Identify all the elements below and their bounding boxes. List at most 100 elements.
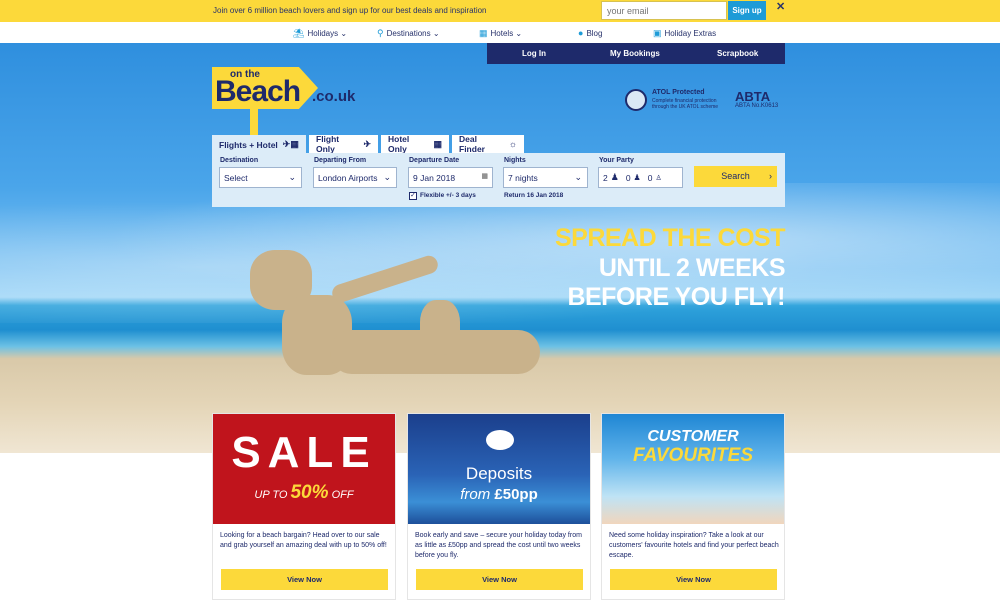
tab-label: Flight Only <box>316 134 340 154</box>
my-bookings-link[interactable]: My Bookings <box>610 49 660 58</box>
headline-line-1: SPREAD THE COST <box>554 224 786 252</box>
atol-logo-icon <box>625 89 647 111</box>
departure-date-field[interactable]: 9 Jan 2018 ▦ <box>408 167 493 188</box>
deposits-amount: £50pp <box>494 486 538 503</box>
sale-banner[interactable]: SALE UP TO 50% OFF <box>213 414 395 524</box>
party-label: Your Party <box>599 157 634 164</box>
party-adults-value: 2 <box>603 172 608 183</box>
favourites-title-2: FAVOURITES <box>633 445 753 466</box>
scrapbook-link[interactable]: Scrapbook <box>717 49 758 58</box>
flexible-checkbox[interactable]: ✓ <box>409 192 417 200</box>
chevron-right-icon: › <box>769 171 772 181</box>
piggy-bank-icon <box>486 430 514 450</box>
tab-label: Hotel Only <box>388 134 410 154</box>
sun-icon: ☼ <box>508 139 517 149</box>
sale-title: SALE <box>231 428 377 477</box>
headline-line-3: BEFORE YOU FLY! <box>567 283 785 311</box>
abta-logo: ABTA <box>735 89 771 104</box>
chat-icon: ● <box>578 28 584 38</box>
sale-sub-suffix: OFF <box>328 489 354 501</box>
logo-text-domain: .co.uk <box>312 88 356 105</box>
atol-title: ATOL Protected <box>652 89 705 96</box>
nav-blog[interactable]: ● Blog <box>578 28 602 38</box>
nav-label: Blog <box>586 28 603 38</box>
adult-icon: ♟ <box>610 172 619 182</box>
main-nav: ⛱ Holidays ⌄ ⚲ Destinations ⌄ ▦ Hotels ⌄… <box>0 22 1000 43</box>
nav-label: Destinations ⌄ <box>386 29 440 38</box>
nav-label: Hotels ⌄ <box>490 29 523 38</box>
nights-label: Nights <box>504 157 526 164</box>
destination-select[interactable]: Select ⌄ <box>219 167 302 188</box>
sale-percent: 50% <box>290 482 329 503</box>
favourites-banner[interactable]: CUSTOMER FAVOURITES <box>602 414 784 524</box>
tab-deal-finder[interactable]: Deal Finder ☼ <box>452 134 524 154</box>
tab-flight-only[interactable]: Flight Only ✈ <box>309 134 378 154</box>
login-link[interactable]: Log In <box>522 49 546 58</box>
sale-card-text: Looking for a beach bargain? Head over t… <box>220 532 387 549</box>
atol-description: Complete financial protection through th… <box>652 98 719 110</box>
sale-subtitle: UP TO 50% OFF <box>213 482 395 504</box>
search-button[interactable]: Search › <box>694 166 777 187</box>
favourites-card-text: Need some holiday inspiration? Take a lo… <box>609 532 779 559</box>
nav-holidays[interactable]: ⛱ Holidays ⌄ <box>293 28 347 39</box>
palm-icon: ⛱ <box>293 28 305 38</box>
deposits-title: Deposits <box>465 464 533 483</box>
sale-card: SALE UP TO 50% OFF Looking for a beach b… <box>212 413 396 600</box>
nights-select[interactable]: 7 nights ⌄ <box>503 167 588 188</box>
nav-label: Holiday Extras <box>664 29 717 38</box>
headline-line-2: UNTIL 2 WEEKS <box>598 254 786 282</box>
destination-label: Destination <box>220 157 259 164</box>
nights-value: 7 nights <box>508 173 538 183</box>
sand-knee <box>420 300 460 355</box>
tab-flights-hotel[interactable]: Flights + Hotel ✈▦ <box>212 135 306 154</box>
hotel-icon: ▦ <box>433 138 442 149</box>
view-now-button[interactable]: View Now <box>221 569 388 590</box>
tab-label: Deal Finder <box>459 134 485 154</box>
party-children-value: 0 <box>625 172 631 183</box>
deposits-card: Deposits from £50pp Book early and save … <box>407 413 591 600</box>
pin-icon: ⚲ <box>377 28 384 38</box>
tab-label: Flights + Hotel <box>219 139 278 150</box>
promo-text: Join over 6 million beach lovers and sig… <box>213 6 487 15</box>
search-button-label: Search <box>721 171 750 181</box>
building-icon: ▦ <box>479 28 488 38</box>
nav-hotels[interactable]: ▦ Hotels ⌄ <box>479 28 522 39</box>
plane-hotel-icon: ✈▦ <box>282 139 299 149</box>
deposits-card-text: Book early and save – secure your holida… <box>415 532 582 559</box>
email-field[interactable] <box>601 1 727 20</box>
favourites-card: CUSTOMER FAVOURITES Need some holiday in… <box>601 413 785 600</box>
logo-post <box>250 109 258 135</box>
nav-holiday-extras[interactable]: ▣ Holiday Extras <box>653 28 716 39</box>
departing-select[interactable]: London Airports ⌄ <box>313 167 397 188</box>
suitcase-icon: ▣ <box>653 28 662 38</box>
calendar-icon: ▦ <box>481 173 488 180</box>
logo-text-beach: Beach <box>215 75 301 108</box>
hero-image <box>0 43 1000 453</box>
deposits-banner[interactable]: Deposits from £50pp <box>408 414 590 524</box>
chevron-down-icon: ⌄ <box>574 172 582 182</box>
flexible-label: Flexible +/- 3 days <box>420 192 476 199</box>
deposits-subtitle: from £50pp <box>408 486 590 503</box>
sale-sub-prefix: UP TO <box>254 489 291 501</box>
deposits-sub-prefix: from <box>460 486 495 503</box>
favourites-title-1: CUSTOMER <box>647 428 739 445</box>
view-now-button[interactable]: View Now <box>416 569 583 590</box>
tab-hotel-only[interactable]: Hotel Only ▦ <box>381 134 449 154</box>
party-field[interactable]: 2 ♟ 0 ♟ 0 ♙ <box>598 167 683 188</box>
nav-destinations[interactable]: ⚲ Destinations ⌄ <box>377 28 440 39</box>
party-infants-value: 0 <box>647 172 653 183</box>
departure-date-value: 9 Jan 2018 <box>413 173 456 183</box>
promo-bar: Join over 6 million beach lovers and sig… <box>0 0 1000 22</box>
view-now-button[interactable]: View Now <box>610 569 777 590</box>
chevron-down-icon: ⌄ <box>383 172 391 182</box>
account-bar: Log In My Bookings Scrapbook <box>487 43 785 64</box>
close-icon[interactable]: ✕ <box>776 0 785 13</box>
child-icon: ♟ <box>633 173 641 182</box>
departing-value: London Airports <box>318 173 378 183</box>
nav-label: Holidays ⌄ <box>307 29 348 38</box>
return-date-text: Return 16 Jan 2018 <box>504 192 564 199</box>
site-logo[interactable]: on the Beach .co.uk <box>212 67 356 135</box>
destination-value: Select <box>224 173 248 183</box>
departing-label: Departing From <box>314 157 367 164</box>
signup-button[interactable]: Sign up <box>728 1 766 20</box>
